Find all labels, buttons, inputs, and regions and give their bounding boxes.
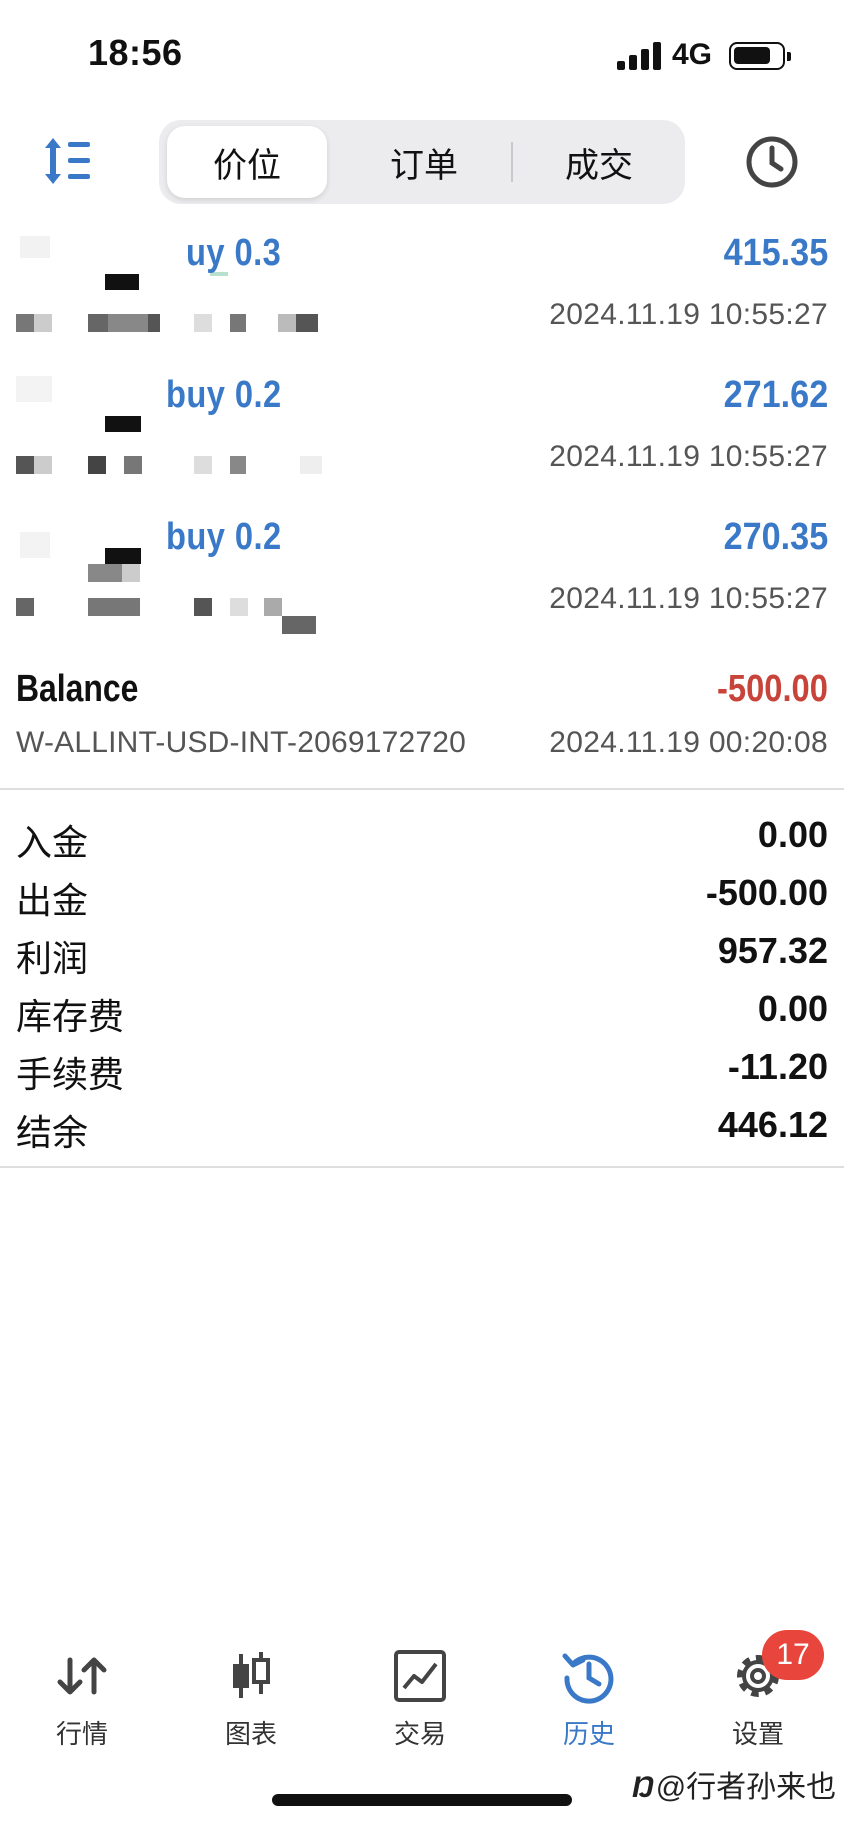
battery-icon (729, 42, 791, 70)
balance-time: 2024.11.19 00:20:08 (549, 726, 828, 759)
summary-label: 利润 (16, 938, 89, 979)
nav-label: 设置 (731, 1719, 784, 1749)
deal-action: buy 0.2 (166, 374, 282, 416)
balance-label: Balance (16, 668, 139, 710)
summary-value: -11.20 (727, 1046, 828, 1087)
nav-charts[interactable]: 图表 (181, 1630, 321, 1750)
summary-row: 出金 -500.00 (0, 866, 844, 924)
sort-icon (45, 138, 90, 184)
summary-row: 库存费 0.00 (0, 982, 844, 1040)
deal-row[interactable]: buy 0.2 271.62 2024.11.19 10:55:27 (0, 360, 844, 502)
deal-action: uy 0.3 (186, 232, 282, 274)
deal-row[interactable]: buy 0.2 270.35 2024.11.19 10:55:27 (0, 502, 844, 644)
deal-action: buy 0.2 (166, 516, 282, 558)
quotes-arrows-icon (57, 1657, 107, 1695)
watermark: Ŋ@行者孙来也 (632, 1762, 836, 1806)
summary-label: 库存费 (16, 996, 125, 1037)
divider (0, 1166, 844, 1168)
deal-row[interactable]: uy 0.3 415.35 2024.11.19 10:55:27 (0, 218, 844, 360)
trade-chart-icon (394, 1650, 446, 1702)
sort-button[interactable] (44, 134, 104, 188)
deal-time: 2024.11.19 10:55:27 (549, 440, 828, 473)
balance-row[interactable]: Balance -500.00 W-ALLINT-USD-INT-2069172… (0, 662, 844, 782)
history-icon (562, 1653, 614, 1704)
period-button[interactable] (744, 134, 800, 190)
redacted-details (0, 314, 330, 338)
redacted-symbol (0, 228, 228, 290)
summary-row: 结余 446.12 (0, 1098, 844, 1156)
redacted-details (0, 456, 330, 480)
nav-label: 行情 (55, 1719, 108, 1749)
balance-amount: -500.00 (717, 668, 828, 710)
summary-label: 结余 (16, 1112, 89, 1153)
status-bar: 18:56 4G (0, 0, 844, 110)
summary-value: -500.00 (705, 872, 828, 913)
deal-time: 2024.11.19 10:55:27 (549, 582, 828, 615)
segment-divider (511, 142, 513, 182)
signal-strength-icon (617, 42, 661, 70)
status-time: 18:56 (88, 32, 183, 73)
bottom-nav: 行情 图表 交易 历史 设置 (0, 1630, 844, 1750)
deal-profit: 270.35 (723, 516, 828, 558)
nav-label: 交易 (393, 1719, 446, 1749)
summary-value: 0.00 (757, 988, 828, 1029)
divider (0, 788, 844, 790)
network-type: 4G (672, 38, 713, 71)
nav-label: 图表 (224, 1719, 277, 1749)
balance-comment: W-ALLINT-USD-INT-2069172720 (16, 726, 467, 759)
summary-row: 利润 957.32 (0, 924, 844, 982)
deal-profit: 271.62 (723, 374, 828, 416)
nav-quotes[interactable]: 行情 (12, 1630, 152, 1750)
deal-time: 2024.11.19 10:55:27 (549, 298, 828, 331)
deal-profit: 415.35 (723, 232, 828, 274)
view-segmented-control: 价位 订单 成交 (159, 120, 685, 204)
tab-orders[interactable]: 订单 (344, 126, 504, 198)
summary-value: 957.32 (717, 930, 828, 971)
settings-notification-badge: 17 (762, 1630, 824, 1680)
nav-history[interactable]: 历史 (519, 1630, 659, 1750)
summary-value: 0.00 (757, 814, 828, 855)
summary-label: 入金 (16, 822, 89, 863)
redacted-symbol (0, 370, 170, 432)
home-indicator[interactable] (272, 1794, 572, 1806)
watermark-logo-icon: Ŋ (632, 1771, 654, 1804)
summary-row: 手续费 -11.20 (0, 1040, 844, 1098)
redacted-details (0, 598, 330, 638)
clock-history-icon (746, 136, 798, 188)
redacted-symbol (0, 512, 170, 582)
summary-row: 入金 0.00 (0, 808, 844, 866)
candlestick-icon (233, 1652, 270, 1698)
watermark-text: @行者孙来也 (655, 1771, 837, 1804)
nav-trade[interactable]: 交易 (350, 1630, 490, 1750)
summary-label: 手续费 (16, 1054, 125, 1095)
nav-label: 历史 (562, 1719, 615, 1749)
tab-deals[interactable]: 成交 (519, 126, 679, 198)
tab-price[interactable]: 价位 (167, 126, 327, 198)
summary-label: 出金 (16, 880, 89, 921)
summary-value: 446.12 (717, 1104, 828, 1145)
